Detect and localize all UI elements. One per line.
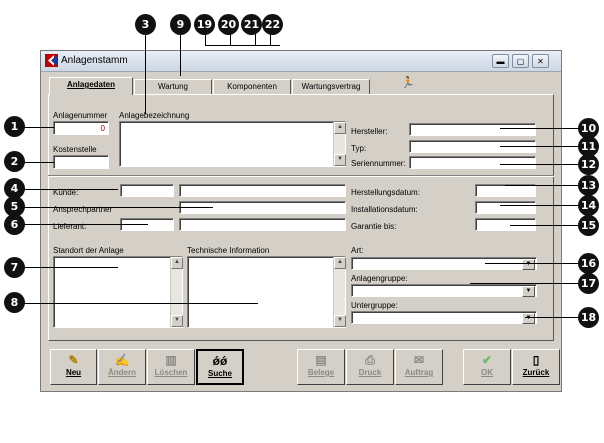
callout-9: 9 <box>170 14 191 35</box>
aendern-button[interactable]: ✍ Ändern <box>98 349 146 385</box>
binoculars-icon: ǿǿ <box>212 354 228 368</box>
callout-12: 12 <box>578 154 599 175</box>
kunde-name-field[interactable] <box>179 184 346 197</box>
callout-18: 18 <box>578 307 599 328</box>
runner-icon[interactable]: 🏃 <box>401 76 415 90</box>
edit-icon: ✍ <box>114 353 130 367</box>
window-title: Anlagenstamm <box>61 55 128 66</box>
documents-icon: ▤ <box>315 353 327 367</box>
ok-button[interactable]: ✔ OK <box>463 349 511 385</box>
anlagebezeichnung-label: Anlagebezeichnung <box>119 111 190 120</box>
zurueck-button[interactable]: ▯ Zurück <box>512 349 560 385</box>
untergruppe-dropdown-icon[interactable]: ▼ <box>522 313 535 324</box>
lieferant-name-field[interactable] <box>179 218 346 231</box>
kostenstelle-field[interactable] <box>53 155 109 169</box>
neu-button[interactable]: ✎ Neu <box>50 349 97 385</box>
title-bar[interactable]: Anlagenstamm ▬ ▢ ✕ <box>41 51 561 72</box>
separator <box>48 175 554 177</box>
kunde-number-field[interactable] <box>120 184 174 197</box>
garantie-label: Garantie bis: <box>351 222 397 231</box>
seriennummer-field[interactable] <box>409 156 536 169</box>
callout-20: 20 <box>218 14 239 35</box>
kostenstelle-label: Kostenstelle <box>53 145 97 154</box>
tab-komponenten[interactable]: Komponenten <box>213 79 291 95</box>
printer-icon: ⎙ <box>365 353 375 367</box>
art-dropdown-icon[interactable]: ▼ <box>522 259 535 270</box>
anlagengruppe-label: Anlagengruppe: <box>351 274 408 283</box>
untergruppe-select[interactable]: ▼ <box>351 311 537 324</box>
anlagenummer-field[interactable]: 0 <box>53 121 109 135</box>
hersteller-field[interactable] <box>409 123 536 136</box>
callout-19: 19 <box>194 14 215 35</box>
pencil-icon: ✎ <box>68 353 79 367</box>
app-logo-icon <box>45 54 58 67</box>
close-icon[interactable]: ✕ <box>532 54 549 68</box>
callout-13: 13 <box>578 175 599 196</box>
callout-15: 15 <box>578 215 599 236</box>
callout-2: 2 <box>4 151 25 172</box>
standort-scrollbar[interactable]: ▲ ▼ <box>170 257 183 327</box>
auftrag-button[interactable]: ✉ Auftrag <box>395 349 443 385</box>
door-icon: ▯ <box>532 353 540 367</box>
hersteller-label: Hersteller: <box>351 127 388 136</box>
callout-3: 3 <box>135 14 156 35</box>
suche-button[interactable]: ǿǿ Suche <box>196 349 244 385</box>
maximize-icon[interactable]: ▢ <box>512 54 529 68</box>
anlagengruppe-select[interactable]: ▼ <box>351 284 537 297</box>
typ-label: Typ: <box>351 144 367 153</box>
anlagengruppe-dropdown-icon[interactable]: ▼ <box>522 286 535 297</box>
anlagenstamm-window: Anlagenstamm ▬ ▢ ✕ Anlagedaten Wartung K… <box>40 50 562 392</box>
standort-label: Standort der Anlage <box>53 246 124 255</box>
installationsdatum-label: Installationsdatum: <box>351 205 418 214</box>
tab-anlagedaten[interactable]: Anlagedaten <box>49 77 133 95</box>
druck-button[interactable]: ⎙ Druck <box>346 349 394 385</box>
check-icon: ✔ <box>481 353 493 367</box>
callout-17: 17 <box>578 273 599 294</box>
callout-6: 6 <box>4 214 25 235</box>
herstellungsdatum-label: Herstellungsdatum: <box>351 188 420 197</box>
loeschen-button[interactable]: ▥ Löschen <box>147 349 195 385</box>
art-label: Art: <box>351 246 364 255</box>
technische-info-field[interactable]: ▲ ▼ <box>187 256 346 328</box>
trash-icon: ▥ <box>165 353 177 367</box>
anlagenummer-value: 0 <box>100 124 105 133</box>
technische-info-label: Technische Information <box>187 246 270 255</box>
callout-16: 16 <box>578 253 599 274</box>
tab-wartungsvertrag[interactable]: Wartungsvertrag <box>292 79 370 95</box>
untergruppe-label: Untergruppe: <box>351 301 398 310</box>
callout-8: 8 <box>4 292 25 313</box>
seriennummer-label: Seriennummer: <box>351 159 406 168</box>
anlagebezeichnung-scrollbar[interactable]: ▲ ▼ <box>333 122 346 166</box>
belege-button[interactable]: ▤ Belege <box>297 349 345 385</box>
minimize-icon[interactable]: ▬ <box>492 54 509 68</box>
anlagebezeichnung-field[interactable]: ▲ ▼ <box>119 121 346 167</box>
installationsdatum-field[interactable] <box>475 201 536 214</box>
anlagenummer-label: Anlagenummer <box>53 111 108 120</box>
technische-info-scrollbar[interactable]: ▲ ▼ <box>333 257 346 327</box>
callout-14: 14 <box>578 195 599 216</box>
callout-1: 1 <box>4 116 25 137</box>
callout-7: 7 <box>4 257 25 278</box>
callout-21: 21 <box>241 14 262 35</box>
order-icon: ✉ <box>413 353 425 367</box>
callout-22: 22 <box>262 14 283 35</box>
